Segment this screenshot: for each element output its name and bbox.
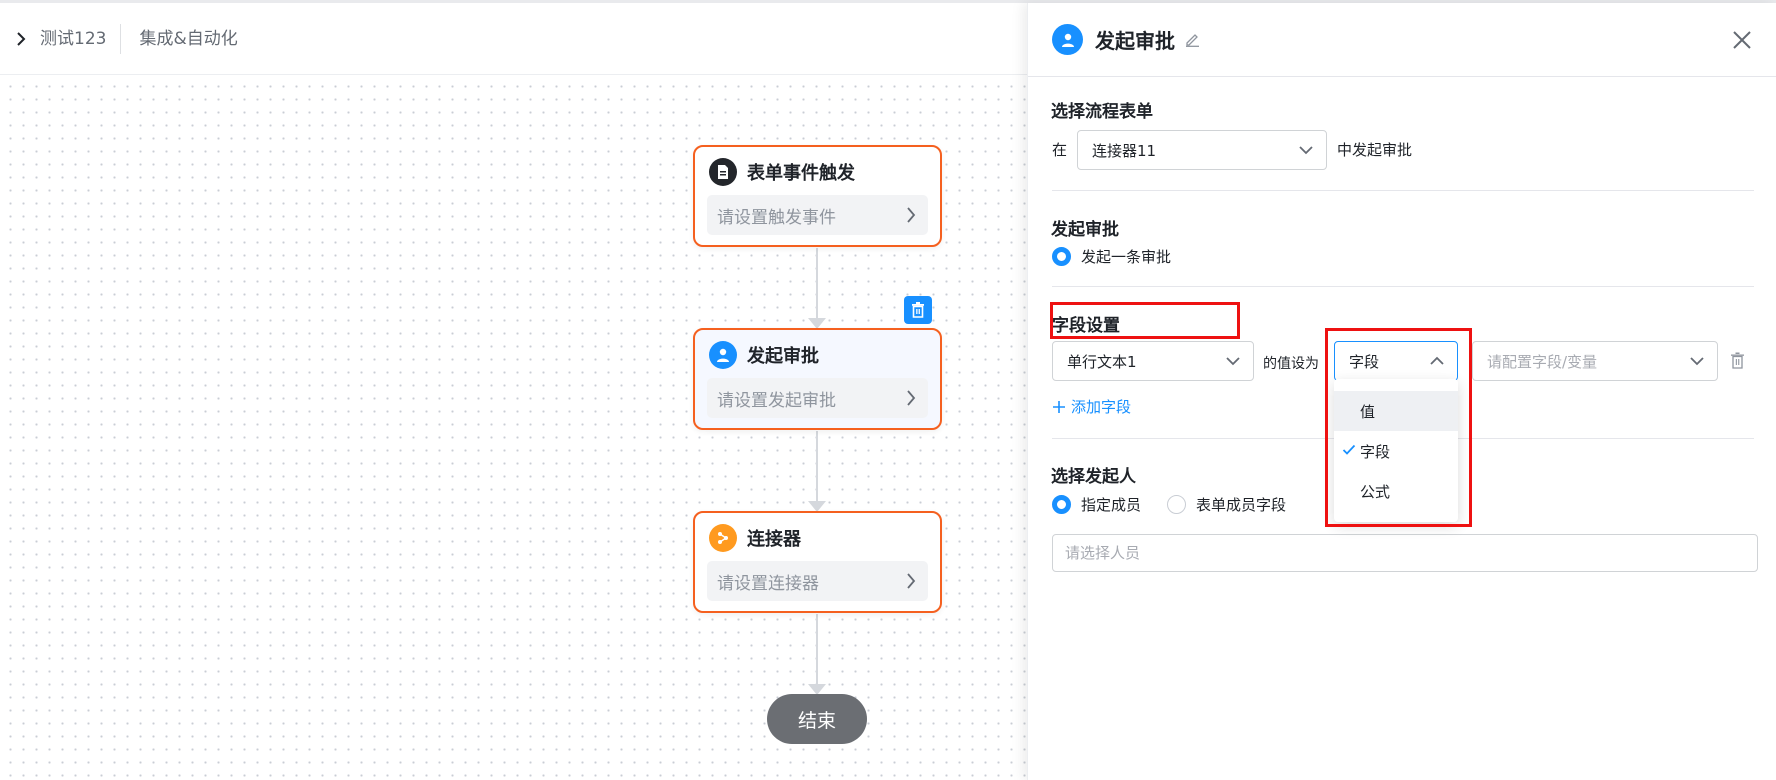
- radio-start-one-approval[interactable]: 发起一条审批: [1052, 246, 1171, 267]
- target-field-placeholder: 请配置字段/变量: [1487, 352, 1598, 371]
- collapse-chevron-icon[interactable]: [6, 24, 36, 54]
- section-divider: [1052, 190, 1754, 191]
- end-node[interactable]: 结束: [767, 694, 867, 744]
- highlight-value-type: [1325, 328, 1472, 527]
- node-header: 连接器: [709, 523, 801, 553]
- node-form-event-trigger[interactable]: 表单事件触发 请设置触发事件: [693, 145, 942, 247]
- node-title: 发起审批: [747, 346, 819, 367]
- chevron-down-icon: [1299, 146, 1313, 155]
- panel-header: 发起审批: [1028, 3, 1776, 77]
- section-title-start-approval: 发起审批: [1051, 220, 1119, 240]
- node-placeholder: 请设置连接器: [717, 573, 819, 594]
- radio-label: 表单成员字段: [1196, 496, 1287, 514]
- select-form-suffix: 中发起审批: [1337, 141, 1413, 159]
- radio-dot: [1052, 247, 1071, 266]
- plus-icon: [1053, 400, 1065, 413]
- chevron-right-icon: [907, 573, 916, 589]
- field-select-value: 单行文本1: [1067, 352, 1137, 371]
- node-config-button[interactable]: 请设置发起审批: [707, 378, 928, 418]
- breadcrumb-page[interactable]: 集成&自动化: [135, 22, 251, 56]
- user-icon: [709, 341, 737, 369]
- form-select-value: 连接器11: [1092, 141, 1157, 160]
- node-placeholder: 请设置触发事件: [717, 207, 836, 228]
- node-title: 连接器: [747, 529, 801, 550]
- highlight-field-settings: [1050, 302, 1240, 339]
- chevron-down-icon: [1226, 357, 1240, 366]
- document-icon: [709, 158, 737, 186]
- connector-icon: [709, 524, 737, 552]
- node-start-approval[interactable]: 发起审批 请设置发起审批: [693, 328, 942, 430]
- panel-title: 发起审批: [1095, 29, 1175, 53]
- delete-node-button[interactable]: [904, 296, 932, 324]
- trash-icon[interactable]: [1730, 352, 1745, 369]
- radio-form-member-field[interactable]: 表单成员字段: [1167, 494, 1286, 515]
- trash-icon: [912, 302, 924, 318]
- connector-line: [816, 614, 818, 688]
- person-input[interactable]: [1052, 534, 1758, 572]
- pencil-icon: [1186, 34, 1199, 47]
- user-icon: [1052, 24, 1083, 55]
- edit-title-button[interactable]: [1185, 32, 1200, 47]
- radio-label: 指定成员: [1081, 496, 1142, 514]
- close-icon[interactable]: [1729, 27, 1755, 53]
- form-select[interactable]: 连接器11: [1077, 130, 1327, 170]
- section-divider: [1052, 286, 1754, 287]
- node-header: 发起审批: [709, 340, 819, 370]
- section-title-initiator: 选择发起人: [1051, 467, 1136, 487]
- section-title-select-form: 选择流程表单: [1051, 102, 1153, 122]
- radio-dot: [1167, 495, 1186, 514]
- radio-specified-member[interactable]: 指定成员: [1052, 494, 1141, 515]
- chevron-down-icon: [1690, 357, 1704, 366]
- add-field-label: 添加字段: [1071, 398, 1132, 416]
- breadcrumb-separator: [120, 23, 122, 54]
- node-config-button[interactable]: 请设置触发事件: [707, 195, 928, 235]
- chevron-right-icon: [907, 207, 916, 223]
- radio-dot: [1052, 495, 1071, 514]
- value-is-label: 的值设为: [1263, 356, 1319, 372]
- chevron-right-icon: [907, 390, 916, 406]
- node-config-button[interactable]: 请设置连接器: [707, 561, 928, 601]
- node-placeholder: 请设置发起审批: [717, 390, 836, 411]
- breadcrumb-app[interactable]: 测试123: [36, 22, 120, 56]
- radio-label: 发起一条审批: [1081, 248, 1172, 266]
- add-field-button[interactable]: 添加字段: [1052, 396, 1131, 417]
- select-form-prefix: 在: [1052, 141, 1068, 159]
- breadcrumb: 测试123 集成&自动化: [0, 3, 1030, 75]
- connector-line: [816, 248, 818, 322]
- target-field-select[interactable]: 请配置字段/变量: [1472, 341, 1718, 381]
- node-header: 表单事件触发: [709, 157, 855, 187]
- connector-line: [816, 431, 818, 505]
- field-select[interactable]: 单行文本1: [1052, 341, 1254, 381]
- node-connector[interactable]: 连接器 请设置连接器: [693, 511, 942, 613]
- node-title: 表单事件触发: [747, 163, 855, 184]
